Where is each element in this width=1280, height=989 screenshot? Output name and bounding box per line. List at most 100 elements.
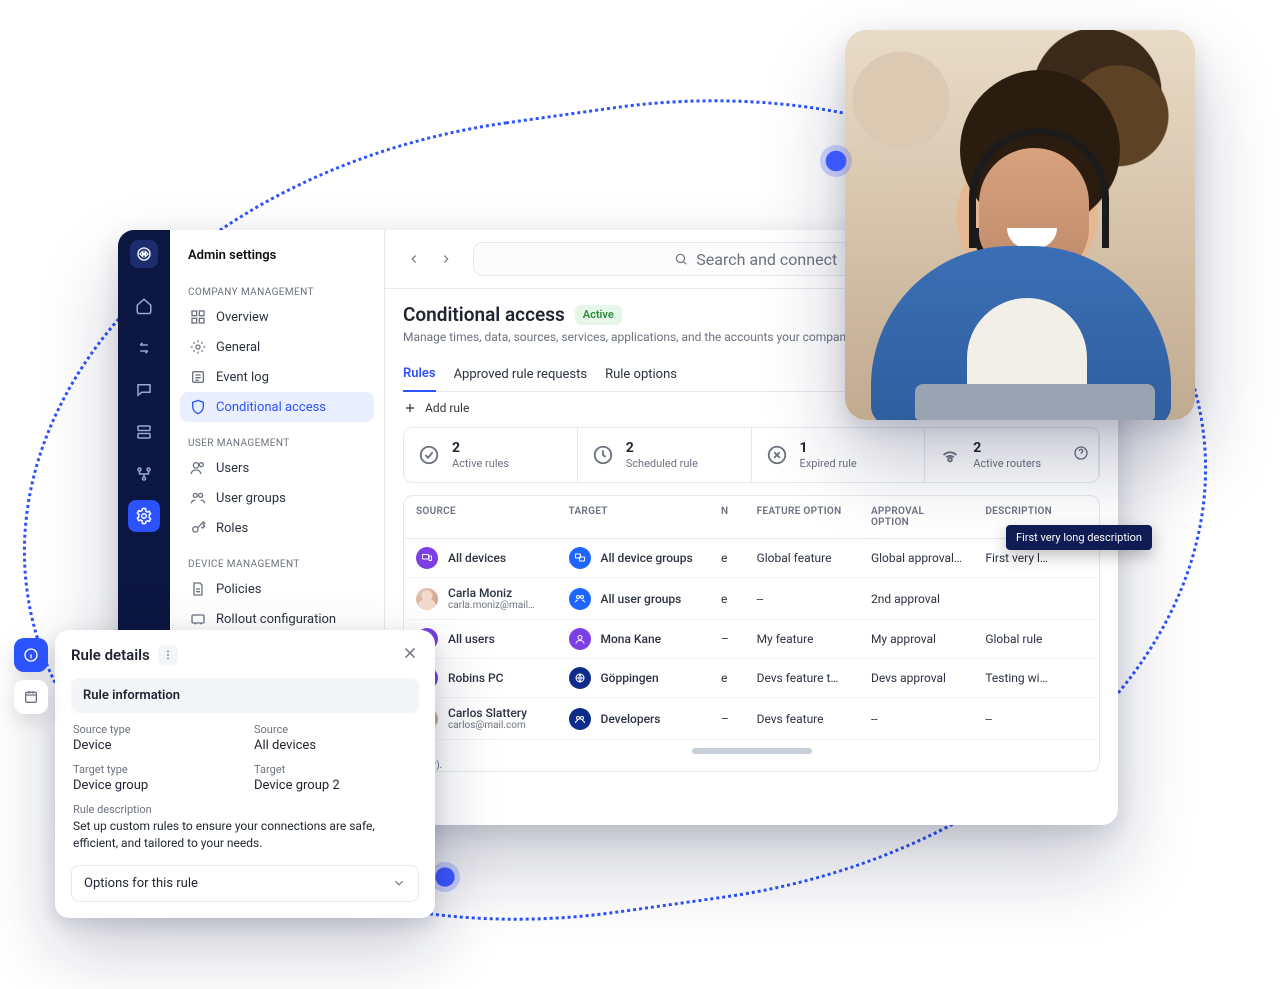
sidebar-item-policies[interactable]: Policies: [180, 574, 374, 604]
table-cell-target[interactable]: All user groups: [557, 578, 710, 620]
entity-pill-icon: [569, 588, 591, 610]
col-target[interactable]: TARGET: [557, 496, 710, 539]
entity-pill-icon: [569, 708, 591, 730]
table-cell-source[interactable]: All devices: [404, 539, 557, 578]
table-cell-feature: Devs feature: [745, 698, 859, 740]
stats-bar: 2Active rules 2Scheduled rule 1Expired r…: [403, 427, 1100, 483]
sidebar-item-label: Policies: [216, 582, 261, 597]
table-cell-target[interactable]: Developers: [557, 698, 710, 740]
arc-dot: [820, 145, 852, 177]
sidebar-item-conditional-access[interactable]: Conditional access: [180, 392, 374, 422]
sidebar-item-user-groups[interactable]: User groups: [180, 483, 374, 513]
tab-approved-requests[interactable]: Approved rule requests: [454, 359, 588, 391]
rail-stack-icon[interactable]: [128, 416, 160, 448]
target-label: Target: [254, 763, 417, 776]
source-value: All devices: [254, 738, 417, 753]
history-nav: [401, 246, 459, 272]
help-icon[interactable]: [1073, 445, 1089, 465]
table-cell-approval: My approval: [859, 620, 973, 659]
rule-details-panel: Rule details Rule information Source typ…: [55, 630, 435, 918]
details-more-icon[interactable]: [158, 645, 178, 665]
row-actions-button[interactable]: [1075, 698, 1099, 740]
rule-desc-value: Set up custom rules to ensure your conne…: [73, 818, 417, 853]
table-cell-feature: Global feature: [745, 539, 859, 578]
table-cell-target[interactable]: Göppingen: [557, 659, 710, 698]
tab-rules[interactable]: Rules: [403, 358, 436, 392]
app-logo: [130, 240, 158, 268]
rule-desc-label: Rule description: [73, 803, 417, 816]
stat-label: Expired rule: [800, 457, 857, 470]
stat-label: Active rules: [452, 457, 509, 470]
stat-number: 2: [626, 440, 698, 456]
rail-transfer-icon[interactable]: [128, 332, 160, 364]
back-button[interactable]: [401, 246, 427, 272]
row-actions-button[interactable]: [1075, 620, 1099, 659]
sidebar-item-label: Users: [216, 461, 249, 476]
sidebar-title: Admin settings: [180, 242, 374, 271]
tab-rule-options[interactable]: Rule options: [605, 359, 677, 391]
sidebar-item-label: General: [216, 340, 260, 355]
stat-number: 2: [452, 440, 509, 456]
stat-number: 2: [973, 440, 1041, 456]
entity-pill-icon: [569, 667, 591, 689]
close-icon[interactable]: [401, 644, 419, 666]
stat-label: Scheduled rule: [626, 457, 698, 470]
details-tab-schedule-icon[interactable]: [14, 680, 48, 714]
col-approval[interactable]: APPROVAL OPTION: [859, 496, 973, 539]
col-feature[interactable]: FEATURE OPTION: [745, 496, 859, 539]
page-title: Conditional access: [403, 303, 565, 326]
table-cell-feature: My feature: [745, 620, 859, 659]
source-type-value: Device: [73, 738, 236, 753]
details-side-tabs: [14, 638, 48, 714]
stat-scheduled-rule: 2Scheduled rule: [578, 428, 752, 482]
table-cell-source[interactable]: Carla Monizcarla.moniz@mail…: [404, 578, 557, 620]
stat-label: Active routers: [973, 457, 1041, 470]
table-cell-n: e: [709, 659, 745, 698]
table-cell-target[interactable]: Mona Kane: [557, 620, 710, 659]
stat-expired-rule: 1Expired rule: [752, 428, 926, 482]
table-cell-description: Testing wi…: [973, 659, 1075, 698]
table-cell-target[interactable]: All device groups: [557, 539, 710, 578]
table-cell-description: --: [973, 698, 1075, 740]
truncated-footnote: /iewer).: [404, 754, 1099, 771]
sidebar-item-general[interactable]: General: [180, 332, 374, 362]
table-cell-n: –: [709, 620, 745, 659]
chevron-down-icon: [392, 876, 406, 890]
col-n[interactable]: N: [709, 496, 745, 539]
sidebar-item-users[interactable]: Users: [180, 453, 374, 483]
sidebar-item-roles[interactable]: Roles: [180, 513, 374, 543]
plus-icon: [403, 401, 417, 415]
target-value: Device group 2: [254, 778, 417, 793]
table-cell-approval: --: [859, 698, 973, 740]
target-type-value: Device group: [73, 778, 236, 793]
rail-chat-icon[interactable]: [128, 374, 160, 406]
sidebar-item-overview[interactable]: Overview: [180, 302, 374, 332]
details-section-title: Rule information: [71, 678, 419, 713]
details-title: Rule details: [71, 646, 150, 664]
rail-settings-icon[interactable]: [128, 500, 160, 532]
table-cell-approval: 2nd approval: [859, 578, 973, 620]
col-source[interactable]: SOURCE: [404, 496, 557, 539]
sidebar-item-event-log[interactable]: Event log: [180, 362, 374, 392]
row-actions-button[interactable]: [1075, 659, 1099, 698]
options-toggle[interactable]: Options for this rule: [71, 865, 419, 902]
router-icon: [939, 444, 961, 466]
entity-pill-icon: [569, 547, 591, 569]
clock-icon: [592, 444, 614, 466]
sidebar-group-label: DEVICE MANAGEMENT: [180, 549, 374, 574]
options-label: Options for this rule: [84, 876, 198, 891]
table-cell-n: e: [709, 539, 745, 578]
forward-button[interactable]: [433, 246, 459, 272]
row-actions-button[interactable]: [1075, 578, 1099, 620]
table-cell-approval: Devs approval: [859, 659, 973, 698]
sidebar-group-label: USER MANAGEMENT: [180, 428, 374, 453]
check-circle-icon: [418, 444, 440, 466]
table-cell-description: Global rule: [973, 620, 1075, 659]
sidebar-group-label: COMPANY MANAGEMENT: [180, 277, 374, 302]
details-tab-info-icon[interactable]: [14, 638, 48, 672]
search-icon: [674, 252, 688, 266]
sidebar-item-label: User groups: [216, 491, 286, 506]
stat-active-rules: 2Active rules: [404, 428, 578, 482]
rail-workflow-icon[interactable]: [128, 458, 160, 490]
rail-home-icon[interactable]: [128, 290, 160, 322]
